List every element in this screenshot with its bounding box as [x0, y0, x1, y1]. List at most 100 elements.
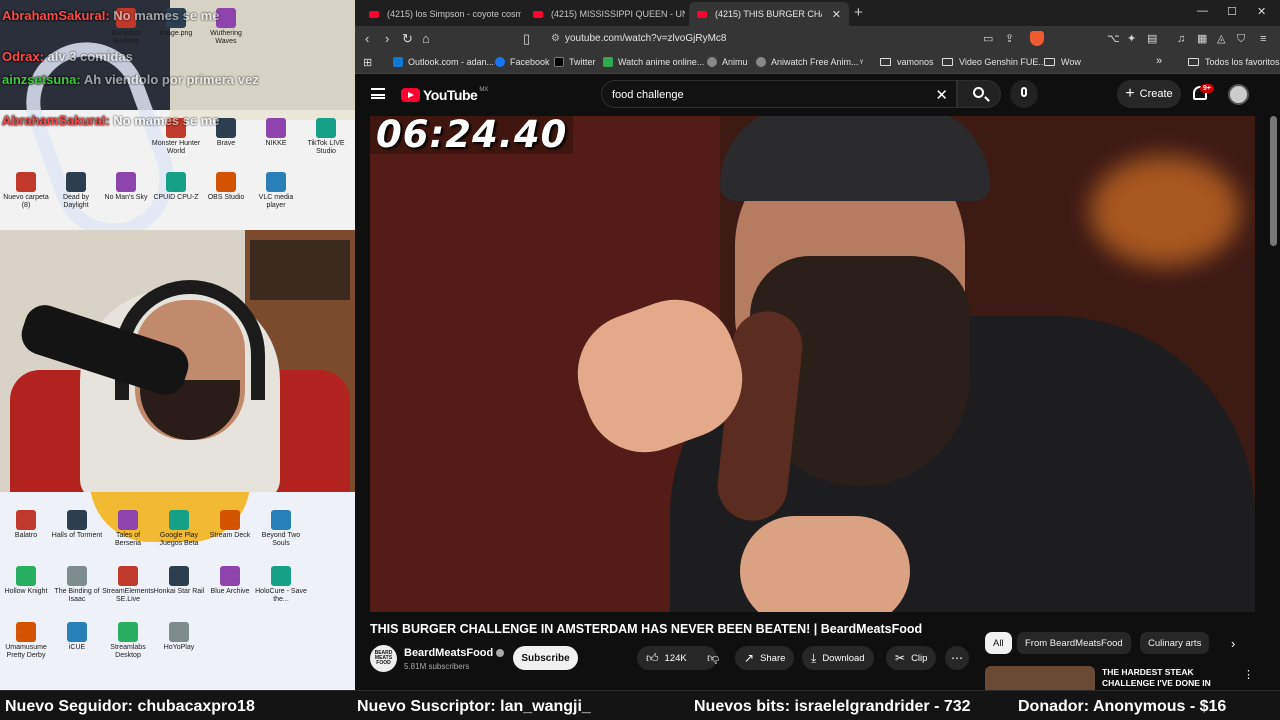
channel-name[interactable]: BeardMeatsFood [404, 647, 505, 659]
home-icon[interactable]: ⌂ [422, 31, 430, 47]
channel-avatar[interactable]: BEARD MEATS FOOD [370, 645, 397, 672]
minimize-icon[interactable]: — [1197, 5, 1208, 17]
new-tab-button[interactable]: + [854, 4, 863, 21]
tab-burger-challenge[interactable]: (4215) THIS BURGER CHALLENGE ✕ [689, 2, 849, 26]
bookmark-extra-icon[interactable]: ᵞ [860, 57, 863, 67]
close-window-icon[interactable]: ✕ [1257, 5, 1266, 18]
vpn-icon[interactable]: ⌥ [1107, 31, 1120, 47]
media-icon[interactable]: ♫ [1177, 31, 1185, 47]
site-info-icon[interactable]: ⚙ [551, 33, 560, 44]
chat-text: No mames se me [113, 8, 220, 23]
thumbs-up-icon[interactable]: 👍︎ [646, 651, 659, 666]
desktop-shortcut[interactable]: Streamlabs Desktop [102, 622, 154, 660]
shortcut-label: HoloCure - Save the... [255, 588, 307, 603]
app-icon [67, 622, 87, 642]
chat-message: ainzsetsuna: Ah viendolo por primera vez [2, 72, 259, 87]
account-avatar[interactable] [1228, 84, 1249, 105]
forward-icon[interactable]: › [385, 31, 389, 47]
shortcut-label: Google Play Juegos Beta [159, 532, 199, 547]
dislike-button[interactable]: 👎︎ [699, 646, 729, 670]
voice-search-button[interactable] [1010, 80, 1038, 108]
desktop-shortcut[interactable]: Hollow Knight [0, 566, 52, 596]
desktop-shortcut[interactable]: Balatro [0, 510, 52, 540]
chat-text: alv 3 comidas [47, 49, 133, 64]
bookmark-folder-wow[interactable]: Wow [1044, 57, 1081, 67]
clip-button[interactable]: ✂ Clip [886, 646, 937, 670]
create-button[interactable]: + Create [1117, 80, 1181, 108]
wallet-icon[interactable]: ▦ [1197, 31, 1207, 47]
desktop-shortcut[interactable]: The Binding of Isaac [51, 566, 103, 604]
desktop-shortcut[interactable]: Google Play Juegos Beta [153, 510, 205, 548]
search-input[interactable]: food challenge ✕ [601, 80, 957, 108]
page-scrollbar[interactable] [1270, 116, 1277, 246]
recommended-video[interactable]: THE HARDEST STEAK CHALLENGE I'VE DONE IN… [985, 666, 1265, 690]
more-actions-icon[interactable]: ⋯ [945, 646, 969, 670]
subscribe-button[interactable]: Subscribe [513, 646, 578, 670]
youtube-favicon-icon [697, 10, 707, 18]
back-icon[interactable]: ‹ [365, 31, 369, 47]
desktop-shortcut[interactable]: Halls of Torment [51, 510, 103, 540]
menu-icon[interactable]: ≡ [1260, 31, 1266, 47]
youtube-favicon-icon [533, 10, 543, 18]
bookmarks-overflow-button[interactable]: » [1156, 55, 1162, 67]
app-icon [169, 510, 189, 530]
desktop-shortcut[interactable]: Blue Archive [204, 566, 256, 596]
app-icon [118, 566, 138, 586]
all-bookmarks-folder[interactable]: Todos los favoritos [1188, 57, 1280, 67]
tab-mississippi-queen[interactable]: (4215) MISSISSIPPI QUEEN - UN SHO [525, 2, 685, 26]
desktop-shortcut[interactable]: Honkai Star Rail [153, 566, 205, 596]
extensions-icon[interactable]: ✦ [1127, 31, 1136, 47]
rewards-icon[interactable]: ◬ [1217, 31, 1225, 47]
maximize-icon[interactable]: ☐ [1227, 5, 1237, 18]
share-button[interactable]: ↗ Share [735, 646, 795, 670]
close-tab-icon[interactable]: ✕ [832, 8, 841, 21]
address-bar[interactable]: youtube.com/watch?v=zlvoGjRyMc8 [565, 33, 726, 44]
shortcut-label: Honkai Star Rail [153, 588, 205, 595]
like-count[interactable]: 124K [665, 653, 687, 664]
hamburger-menu-icon[interactable] [371, 88, 385, 99]
desktop-wallpaper-bottom: Balatro Halls of Torment Tales of Berseria… [0, 492, 355, 690]
sidebar-icon[interactable]: ▤ [1147, 31, 1157, 47]
youtube-logo[interactable]: YouTube MX [401, 87, 488, 103]
bookmark-outlook[interactable]: Outlook.com - adan... [393, 57, 494, 67]
desktop-shortcut[interactable]: HoloCure - Save the... [255, 566, 307, 604]
desktop-shortcut[interactable]: Umamusume Pretty Derby [0, 622, 52, 660]
download-button[interactable]: ⤓ Download [802, 646, 874, 670]
shortcut-label: Hollow Knight [4, 588, 48, 595]
desktop-shortcut[interactable]: Stream Deck [204, 510, 256, 540]
app-icon [67, 510, 87, 530]
desktop-shortcut[interactable]: Tales of Berseria [102, 510, 154, 548]
shield-icon[interactable]: ⛉ [1237, 31, 1245, 47]
bookmark-twitter[interactable]: Twitter [554, 57, 596, 67]
ticker-new-follower: Nuevo Seguidor: chubacaxpro18 [5, 698, 255, 715]
video-player[interactable]: 06:24.40 [370, 116, 1255, 612]
bookmark-folder-vamonos[interactable]: vamonos [880, 57, 934, 67]
bookmark-animu[interactable]: Animu [707, 57, 748, 67]
search-button[interactable] [957, 80, 1001, 108]
apps-grid-icon[interactable]: ⊞ [363, 55, 372, 71]
shortcut-label: HoYoPlay [163, 644, 195, 651]
install-app-icon[interactable]: ▭ [983, 31, 993, 47]
share-page-icon[interactable]: ⇪ [1005, 31, 1014, 47]
desktop-shortcut[interactable]: Beyond Two Souls [255, 510, 307, 548]
chip-culinary-arts[interactable]: Culinary arts [1140, 632, 1210, 654]
tab-simpsons[interactable]: (4215) los Simpson - coyote cosmico [361, 2, 521, 26]
reload-icon[interactable]: ↻ [402, 31, 413, 47]
bookmark-facebook[interactable]: Facebook [495, 57, 550, 67]
bookmark-folder-genshin[interactable]: Video Genshin FUE... [942, 57, 1046, 67]
clear-search-icon[interactable]: ✕ [935, 86, 948, 104]
chip-all[interactable]: All [985, 632, 1012, 654]
ticker-new-bits: Nuevos bits: israelelgrandrider - 732 [694, 698, 971, 715]
desktop-shortcut[interactable]: iCUE [51, 622, 103, 652]
share-icon: ↗ [744, 651, 755, 665]
vertical-dots-icon[interactable]: ⋮ [1243, 668, 1254, 681]
bookmark-aniwatch[interactable]: Aniwatch Free Anim... [756, 57, 859, 67]
desktop-shortcut[interactable]: HoYoPlay [153, 622, 205, 652]
desktop-shortcut[interactable]: StreamElements SE.Live [102, 566, 154, 604]
brave-shields-icon[interactable] [1030, 31, 1044, 46]
bookmark-icon[interactable]: ▯ [523, 31, 530, 47]
bookmark-watch-anime[interactable]: Watch anime online... [603, 57, 704, 67]
shortcut-label: The Binding of Isaac [54, 588, 100, 603]
chip-from-channel[interactable]: From BeardMeatsFood [1017, 632, 1131, 654]
chevron-right-icon[interactable]: › [1231, 636, 1235, 651]
